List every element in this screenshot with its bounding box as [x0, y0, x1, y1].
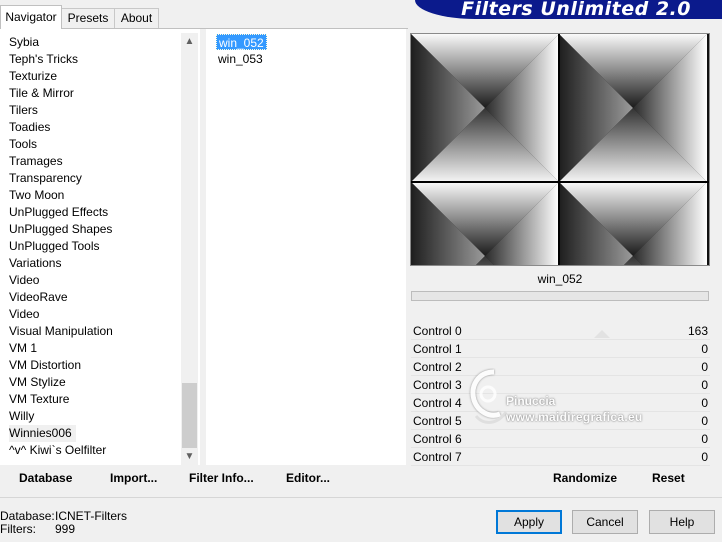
category-item[interactable]: Visual Manipulation — [9, 323, 113, 340]
control-label: Control 7 — [413, 450, 462, 464]
control-label: Control 3 — [413, 378, 462, 392]
category-item[interactable]: UnPlugged Effects — [9, 204, 108, 221]
category-item[interactable]: Variations — [9, 255, 61, 272]
preview-filter-name: win_052 — [537, 272, 583, 286]
category-item[interactable]: Video — [9, 272, 39, 289]
database-value: ICNET-Filters — [55, 509, 127, 523]
chevron-down-icon[interactable]: ▼ — [181, 448, 198, 465]
filter-item[interactable]: win_052 — [216, 34, 267, 50]
chevron-up-icon[interactable]: ▲ — [181, 33, 198, 50]
control-label: Control 4 — [413, 396, 462, 410]
category-item[interactable]: VM Texture — [9, 391, 69, 408]
category-item[interactable]: Video — [9, 306, 39, 323]
database-label: Database: — [0, 509, 55, 523]
control-label: Control 0 — [413, 324, 462, 338]
help-button[interactable]: Help — [649, 510, 715, 534]
tab-presets[interactable]: Presets — [61, 8, 115, 28]
control-value: 163 — [687, 324, 708, 338]
category-item[interactable]: VM Stylize — [9, 374, 66, 391]
category-item[interactable]: Tools — [9, 136, 37, 153]
control-label: Control 1 — [413, 342, 462, 356]
control-value: 0 — [701, 432, 708, 446]
category-item[interactable]: Winnies006 — [9, 425, 76, 442]
control-slider-row[interactable]: Control 1 0 — [411, 340, 710, 358]
filters-count: 999 — [55, 522, 76, 536]
control-label: Control 5 — [413, 414, 462, 428]
reset-button[interactable]: Reset — [652, 471, 685, 485]
app-banner-title: Filters Unlimited 2.0 — [415, 0, 722, 19]
control-label: Control 6 — [413, 432, 462, 446]
category-item[interactable]: Sybia — [9, 34, 39, 51]
category-item[interactable]: VideoRave — [9, 289, 68, 306]
progress-bar — [411, 291, 709, 301]
control-label: Control 2 — [413, 360, 462, 374]
category-item[interactable]: Two Moon — [9, 187, 64, 204]
control-slider-row[interactable]: Control 5 0 — [411, 412, 710, 430]
category-item[interactable]: UnPlugged Shapes — [9, 221, 112, 238]
filter-info-button[interactable]: Filter Info... — [189, 471, 254, 485]
right-button-bar: Randomize Reset — [411, 466, 710, 493]
control-slider-row[interactable]: Control 2 0 — [411, 358, 710, 376]
scrollbar-thumb[interactable] — [182, 383, 197, 448]
category-item[interactable]: Transparency — [9, 170, 82, 187]
category-item[interactable]: VM Distortion — [9, 357, 81, 374]
control-slider-row[interactable]: Control 4 0 — [411, 394, 710, 412]
control-value: 0 — [701, 450, 708, 464]
category-list[interactable]: Sybia Teph's Tricks Texturize Tile & Mirror… — [0, 29, 200, 465]
control-slider-row[interactable]: Control 6 0 — [411, 430, 710, 448]
category-item[interactable]: Tile & Mirror — [9, 85, 74, 102]
category-item[interactable]: Toadies — [9, 119, 50, 136]
category-item[interactable]: Tilers — [9, 102, 38, 119]
tab-about[interactable]: About — [114, 8, 159, 28]
filters-label: Filters: — [0, 522, 36, 536]
database-button[interactable]: Database — [19, 471, 72, 485]
preview-pattern — [411, 34, 709, 265]
category-item[interactable]: Willy — [9, 408, 34, 425]
category-item[interactable]: VM 1 — [9, 340, 37, 357]
category-item[interactable]: UnPlugged Tools — [9, 238, 100, 255]
slider-thumb-icon[interactable] — [594, 330, 611, 338]
control-value: 0 — [701, 396, 708, 410]
randomize-button[interactable]: Randomize — [553, 471, 617, 485]
category-item[interactable]: Texturize — [9, 68, 57, 85]
filter-preview — [410, 33, 710, 266]
category-item[interactable]: Tramages — [9, 153, 63, 170]
control-value: 0 — [701, 342, 708, 356]
editor-button[interactable]: Editor... — [286, 471, 330, 485]
control-slider-row[interactable]: Control 7 0 — [411, 448, 710, 466]
import-button[interactable]: Import... — [110, 471, 157, 485]
filter-list[interactable]: win_052 win_053 — [206, 29, 406, 465]
apply-button[interactable]: Apply — [496, 510, 562, 534]
category-item[interactable]: ^v^ Kiwi`s Oelfilter — [9, 442, 106, 459]
cancel-button[interactable]: Cancel — [572, 510, 638, 534]
control-slider-row[interactable]: Control 0 163 — [411, 322, 710, 340]
control-slider-row[interactable]: Control 3 0 — [411, 376, 710, 394]
category-scrollbar[interactable]: ▲ ▼ — [181, 33, 198, 465]
tab-navigator[interactable]: Navigator — [0, 5, 62, 29]
filter-item[interactable]: win_053 — [216, 51, 265, 67]
control-value: 0 — [701, 360, 708, 374]
left-button-bar: Database Import... Filter Info... Editor… — [0, 466, 405, 493]
category-item[interactable]: Teph's Tricks — [9, 51, 78, 68]
control-value: 0 — [701, 378, 708, 392]
control-value: 0 — [701, 414, 708, 428]
footer-divider — [0, 497, 722, 498]
